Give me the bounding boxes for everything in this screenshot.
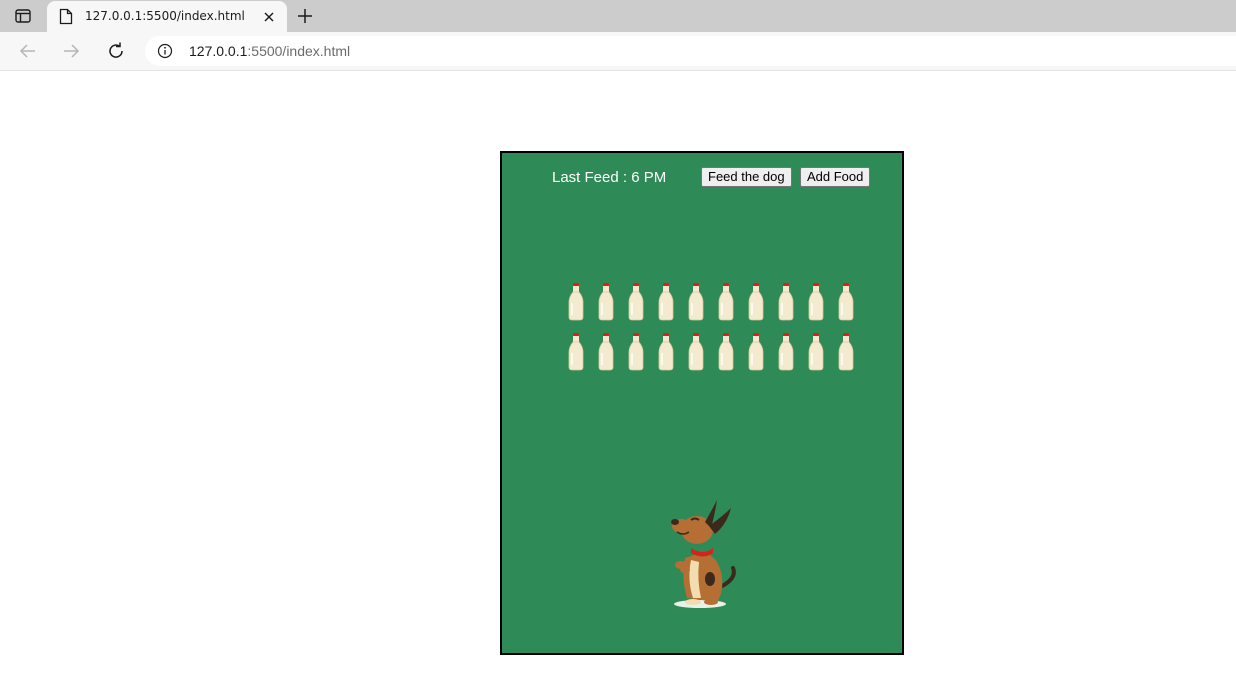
forward-icon[interactable] [61, 41, 81, 61]
reload-icon[interactable] [106, 41, 126, 61]
milk-row [561, 283, 861, 333]
milk-bottle-icon [771, 333, 801, 373]
url-text: 127.0.0.1:5500/index.html [189, 43, 350, 59]
close-icon[interactable] [262, 9, 276, 23]
milk-bottle-icon [831, 283, 861, 323]
milk-bottle-icon [771, 283, 801, 323]
tab-actions-icon[interactable] [14, 7, 32, 25]
milk-bottle-icon [591, 283, 621, 323]
milk-bottle-icon [711, 333, 741, 373]
milk-bottle-icon [741, 283, 771, 323]
game-canvas[interactable]: Last Feed : 6 PM Feed the dog Add Food [500, 151, 904, 655]
milk-bottle-icon [681, 333, 711, 373]
milk-bottle-icon [711, 283, 741, 323]
feed-dog-button[interactable]: Feed the dog [701, 167, 792, 187]
milk-row [561, 333, 861, 383]
milk-bottle-icon [621, 333, 651, 373]
milk-bottle-grid [561, 283, 861, 383]
milk-bottle-icon [681, 283, 711, 323]
browser-tab-bar: 127.0.0.1:5500/index.html [0, 0, 1236, 32]
url-path: :5500/index.html [247, 43, 351, 59]
browser-tab[interactable]: 127.0.0.1:5500/index.html [47, 1, 287, 32]
info-icon[interactable] [157, 43, 173, 59]
milk-bottle-icon [621, 283, 651, 323]
address-bar[interactable]: 127.0.0.1:5500/index.html [145, 36, 1236, 66]
new-tab-icon[interactable] [296, 7, 314, 25]
milk-bottle-icon [561, 333, 591, 373]
milk-bottle-icon [561, 283, 591, 323]
milk-bottle-icon [801, 333, 831, 373]
milk-bottle-icon [651, 283, 681, 323]
tab-title: 127.0.0.1:5500/index.html [85, 9, 245, 23]
milk-bottle-icon [801, 283, 831, 323]
page-icon [59, 8, 73, 25]
back-icon[interactable] [18, 41, 38, 61]
dog-image [667, 498, 739, 610]
milk-bottle-icon [591, 333, 621, 373]
last-feed-label: Last Feed : 6 PM [552, 169, 667, 186]
add-food-button[interactable]: Add Food [800, 167, 871, 187]
milk-bottle-icon [651, 333, 681, 373]
milk-bottle-icon [741, 333, 771, 373]
browser-toolbar: 127.0.0.1:5500/index.html [0, 32, 1236, 71]
milk-bottle-icon [831, 333, 861, 373]
url-host: 127.0.0.1 [189, 43, 248, 59]
